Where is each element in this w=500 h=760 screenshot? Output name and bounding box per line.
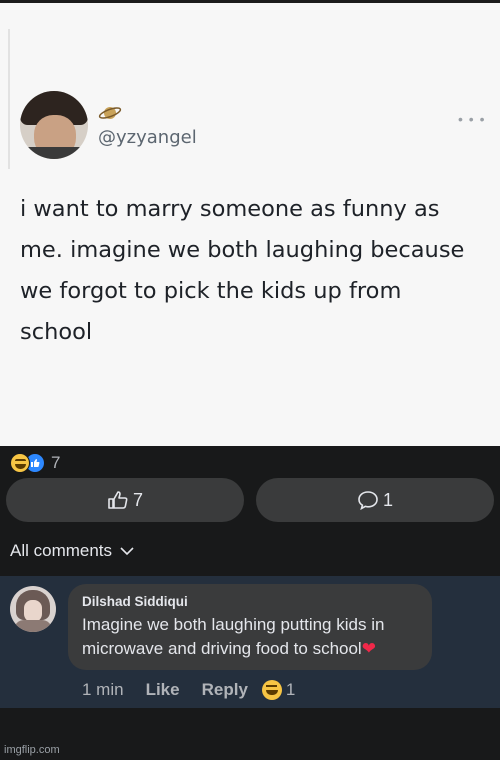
commenter-avatar[interactable] — [10, 586, 56, 632]
reaction-count: 7 — [51, 453, 61, 472]
comment-button[interactable]: 1 — [256, 478, 494, 522]
comment-text-wrapper: Imagine we both laughing putting kids in… — [82, 613, 418, 661]
comment-icon — [358, 491, 378, 510]
comment-text: Imagine we both laughing putting kids in… — [82, 615, 385, 658]
haha-emoji-icon — [261, 680, 282, 700]
tweet-screenshot: @yzyangel • • • i want to marry someone … — [0, 0, 500, 446]
comment-actions: 1 min Like Reply 1 — [82, 680, 295, 700]
comment-reaction-count: 1 — [285, 680, 296, 699]
planet-icon — [98, 107, 122, 119]
comment-bubble: Dilshad Siddiqui Imagine we both laughin… — [68, 584, 432, 670]
comment-like-link[interactable]: Like — [146, 680, 180, 700]
more-options-icon[interactable]: • • • — [458, 111, 485, 127]
avatar — [20, 91, 88, 159]
watermark: imgflip.com — [4, 744, 60, 756]
haha-emoji-icon — [10, 453, 30, 473]
tweet-handle: @yzyangel — [98, 127, 197, 148]
comment-reply-link[interactable]: Reply — [202, 680, 248, 700]
comment-item: Dilshad Siddiqui Imagine we both laughin… — [0, 576, 500, 708]
comment-author[interactable]: Dilshad Siddiqui — [82, 594, 418, 609]
heart-emoji-icon: ❤ — [361, 639, 376, 658]
divider — [8, 29, 10, 169]
like-button-count: 7 — [132, 489, 143, 510]
chevron-down-icon — [120, 547, 134, 556]
tweet-text: i want to marry someone as funny as me. … — [20, 196, 465, 345]
post-footer: 7 7 1 All comments Dilshad Siddiqui Imag… — [0, 446, 500, 760]
thumbs-up-icon — [108, 491, 128, 509]
like-button[interactable]: 7 — [6, 478, 244, 522]
comment-time: 1 min — [82, 680, 124, 699]
comment-button-count: 1 — [382, 489, 393, 510]
all-comments-dropdown[interactable]: All comments — [10, 541, 134, 561]
reaction-summary[interactable]: 7 — [10, 452, 60, 474]
all-comments-label: All comments — [10, 541, 113, 560]
